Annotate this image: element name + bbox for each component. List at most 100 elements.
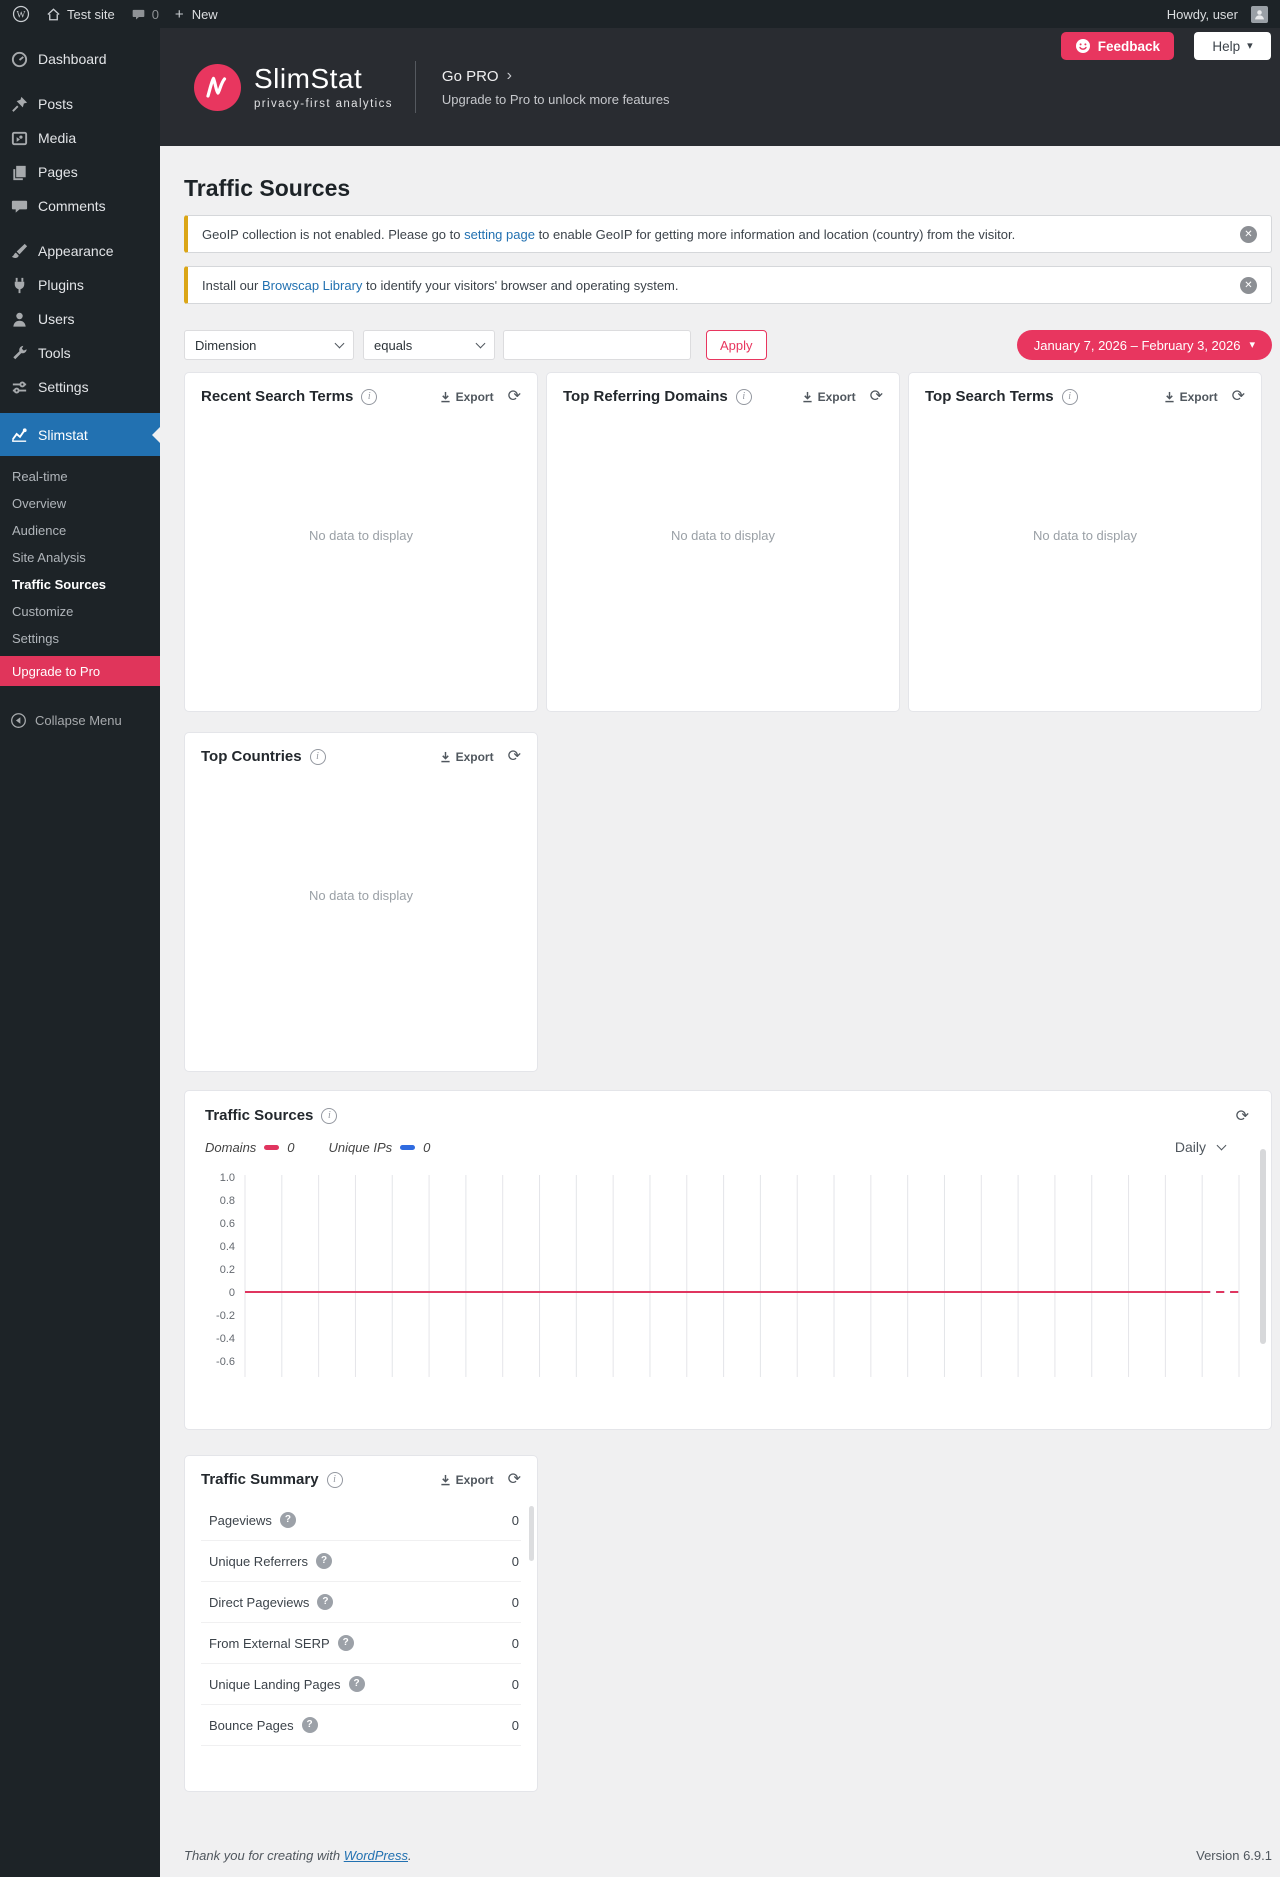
help-label: Help (1212, 38, 1241, 54)
info-icon[interactable] (321, 1107, 338, 1124)
summary-value: 0 (511, 1717, 519, 1733)
help-dropdown[interactable]: Help (1194, 32, 1271, 60)
panel-title: Top Referring Domains (563, 388, 728, 405)
slimstat-brand: SlimStat privacy-first analytics (194, 63, 393, 111)
submenu-item-settings[interactable]: Settings (0, 625, 160, 652)
gopro-subtitle: Upgrade to Pro to unlock more features (441, 92, 670, 107)
sidebar-item-users[interactable]: Users (0, 302, 160, 336)
chart-scrollbar[interactable] (1260, 1149, 1266, 1344)
home-icon (46, 7, 61, 22)
submenu-item-site-analysis[interactable]: Site Analysis (0, 544, 160, 571)
sidebar-item-posts[interactable]: Posts (0, 87, 160, 121)
refresh-icon[interactable] (508, 1472, 521, 1488)
date-range-picker[interactable]: January 7, 2026 – February 3, 2026 (1016, 330, 1272, 360)
dimension-select[interactable]: Dimension (184, 330, 354, 360)
operator-select[interactable]: equals (363, 330, 495, 360)
chevron-down-icon (334, 338, 345, 348)
sidebar-item-tools[interactable]: Tools (0, 336, 160, 370)
submenu-item-real-time[interactable]: Real-time (0, 463, 160, 490)
submenu-label: Customize (12, 604, 74, 619)
help-icon[interactable] (301, 1717, 318, 1733)
summary-value: 0 (511, 1635, 519, 1651)
refresh-icon[interactable] (1232, 389, 1245, 405)
footer-thanks-text: . (408, 1848, 412, 1863)
interval-select[interactable]: Daily (1175, 1139, 1251, 1155)
info-icon[interactable] (361, 388, 378, 405)
domains-swatch (264, 1144, 280, 1150)
export-button[interactable]: Export (802, 390, 856, 404)
export-button[interactable]: Export (1164, 390, 1218, 404)
footer-thanks-text: Thank you for creating with (184, 1848, 344, 1863)
admin-bar-account[interactable]: Howdy, user (1167, 5, 1268, 23)
setting-page-link[interactable]: setting page (464, 227, 535, 242)
chevron-down-icon (475, 338, 486, 348)
download-icon (440, 391, 450, 402)
admin-bar-comments[interactable]: 0 (131, 7, 159, 22)
export-button[interactable]: Export (440, 390, 494, 404)
sidebar-item-settings[interactable]: Settings (0, 370, 160, 404)
comments-count: 0 (151, 6, 159, 22)
sidebar-item-dashboard[interactable]: Dashboard (0, 42, 160, 76)
wp-logo-menu[interactable]: W (12, 5, 30, 23)
panel-traffic-summary: Traffic Summary Export Pageviews (184, 1455, 538, 1792)
header-divider (414, 61, 416, 113)
summary-scrollbar[interactable] (529, 1506, 534, 1561)
summary-label: Unique Referrers (209, 1553, 308, 1569)
submenu-item-upgrade-to-pro[interactable]: Upgrade to Pro (0, 656, 160, 686)
refresh-icon[interactable] (1236, 1109, 1249, 1125)
empty-state: No data to display (308, 528, 414, 543)
submenu-item-audience[interactable]: Audience (0, 517, 160, 544)
summary-row-bounce-pages: Bounce Pages 0 (201, 1705, 521, 1746)
info-icon[interactable] (1061, 388, 1078, 405)
refresh-icon[interactable] (870, 389, 883, 405)
summary-label: Direct Pageviews (209, 1594, 310, 1610)
sidebar-item-label: Posts (38, 96, 74, 112)
browscap-library-link[interactable]: Browscap Library (262, 278, 362, 293)
close-icon[interactable] (1240, 225, 1257, 243)
download-icon (440, 751, 450, 762)
submenu-item-traffic-sources[interactable]: Traffic Sources (0, 571, 160, 598)
legend-item-unique-ips[interactable]: Unique IPs 0 (329, 1140, 431, 1155)
sidebar-item-label: Tools (38, 345, 71, 361)
help-icon[interactable] (348, 1676, 365, 1692)
sidebar-item-plugins[interactable]: Plugins (0, 268, 160, 302)
settings-sliders-icon (9, 377, 29, 397)
refresh-icon[interactable] (508, 389, 521, 405)
sidebar-item-comments[interactable]: Comments (0, 189, 160, 223)
legend-item-domains[interactable]: Domains 0 (205, 1140, 295, 1155)
user-avatar[interactable] (1251, 5, 1268, 23)
notice-geoip: GeoIP collection is not enabled. Please … (184, 215, 1272, 253)
wordpress-logo-icon: W (12, 5, 30, 23)
wordpress-link[interactable]: WordPress (344, 1848, 408, 1863)
sidebar-item-appearance[interactable]: Appearance (0, 234, 160, 268)
feedback-button[interactable]: Feedback (1060, 32, 1174, 60)
sidebar-item-pages[interactable]: Pages (0, 155, 160, 189)
info-icon[interactable] (326, 1471, 343, 1488)
export-button[interactable]: Export (440, 750, 494, 764)
sidebar-item-label: Dashboard (38, 51, 107, 67)
apply-button[interactable]: Apply (706, 330, 767, 360)
filter-value-input[interactable] (503, 330, 691, 360)
help-icon[interactable] (337, 1635, 354, 1651)
gopro-block[interactable]: Go PRO › Upgrade to Pro to unlock more f… (442, 67, 670, 107)
help-icon[interactable] (317, 1594, 334, 1610)
close-icon[interactable] (1240, 276, 1257, 294)
export-label: Export (455, 749, 494, 764)
refresh-icon[interactable] (508, 749, 521, 765)
sidebar-item-media[interactable]: Media (0, 121, 160, 155)
notice-browscap: Install our Browscap Library to identify… (184, 266, 1272, 304)
sidebar-item-slimstat[interactable]: Slimstat (0, 413, 160, 456)
chart-title: Traffic Sources (205, 1107, 314, 1124)
submenu-item-overview[interactable]: Overview (0, 490, 160, 517)
info-icon[interactable] (735, 388, 752, 405)
pushpin-icon (9, 94, 29, 114)
info-icon[interactable] (309, 748, 326, 765)
export-button[interactable]: Export (440, 1473, 494, 1487)
chevron-down-icon (1216, 1140, 1227, 1150)
help-icon[interactable] (279, 1512, 296, 1528)
collapse-menu-button[interactable]: Collapse Menu (0, 706, 160, 734)
admin-bar-site-link[interactable]: Test site (46, 7, 115, 22)
submenu-item-customize[interactable]: Customize (0, 598, 160, 625)
admin-bar-new[interactable]: New (175, 6, 218, 23)
help-icon[interactable] (316, 1553, 332, 1569)
